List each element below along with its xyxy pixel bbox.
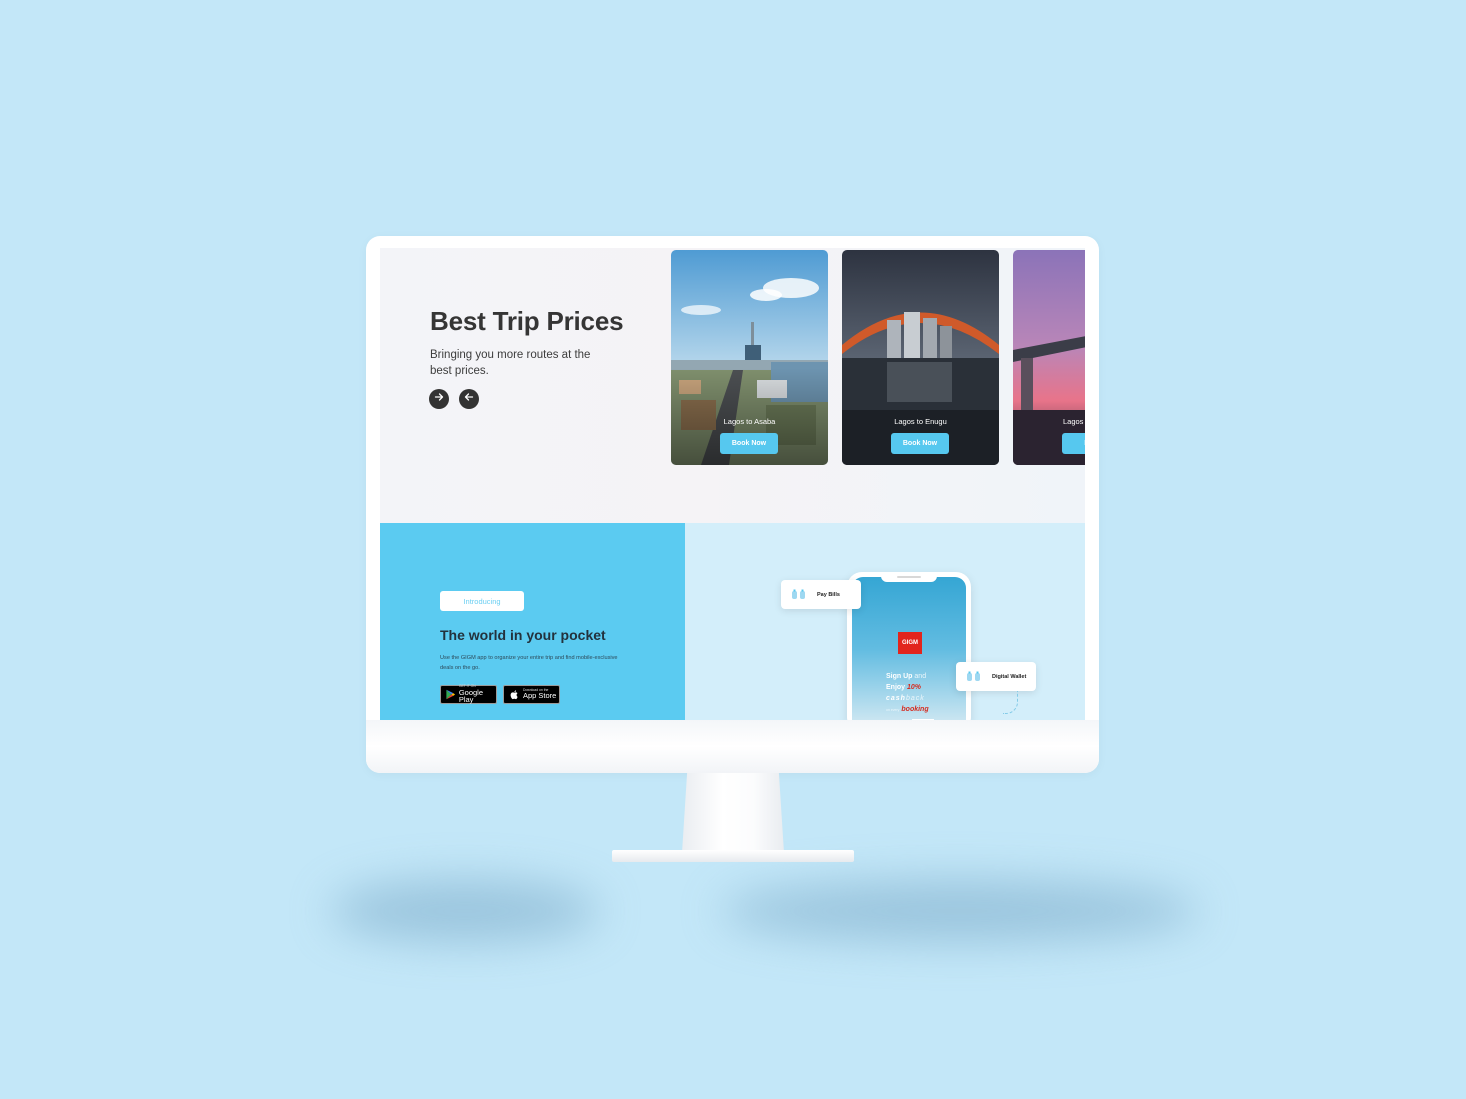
connector-line <box>1003 691 1018 714</box>
promo-booking: booking <box>901 706 929 713</box>
gigm-logo: GIGM <box>898 632 922 654</box>
route-card[interactable]: Lagos Boo <box>1013 250 1085 465</box>
phone-screen: GIGM Sign Up and Enjoy 10% cashback on e… <box>852 577 966 720</box>
route-label: Lagos to Asaba <box>723 417 776 426</box>
website-screen: Best Trip Prices Bringing you more route… <box>380 248 1085 720</box>
wallet-icon <box>966 671 984 683</box>
route-card[interactable]: Lagos to Enugu Book Now <box>842 250 999 465</box>
signup-promo: Sign Up and Enjoy 10% cashback on every … <box>886 671 929 716</box>
monitor-stand <box>682 773 784 853</box>
book-now-button[interactable]: Book Now <box>891 433 949 454</box>
promo-signup: Sign Up <box>886 673 913 680</box>
google-play-label: Google Play <box>458 687 484 705</box>
hero-subtitle: Bringing you more routes at the best pri… <box>430 349 591 377</box>
desk-shadow-left <box>330 880 600 942</box>
google-play-icon <box>445 688 457 701</box>
promo-cash: cash <box>886 695 906 702</box>
app-promo-description: Use the GIGM app to organize your entire… <box>440 655 618 671</box>
route-label: Lagos <box>1063 417 1084 426</box>
app-store-label: App Store <box>523 691 557 701</box>
pay-bills-label: Pay Bills <box>817 591 840 598</box>
digital-wallet-chip[interactable]: Digital Wallet <box>956 662 1036 691</box>
arrow-right-icon <box>433 390 445 408</box>
promo-percent: 10% <box>907 684 922 691</box>
route-label: Lagos to Enugu <box>894 417 947 426</box>
promo-and: and <box>914 673 927 680</box>
app-preview-section: GIGM Sign Up and Enjoy 10% cashback on e… <box>685 523 1085 720</box>
introducing-badge: Introducing <box>440 591 524 611</box>
route-card[interactable]: Lagos to Asaba Book Now <box>671 250 828 465</box>
arrow-left-icon <box>463 390 475 408</box>
phone-speaker <box>897 576 921 578</box>
book-now-button[interactable]: Boo <box>1062 433 1085 454</box>
phone-mockup: GIGM Sign Up and Enjoy 10% cashback on e… <box>847 572 971 720</box>
pay-bills-chip[interactable]: Pay Bills <box>781 580 861 609</box>
best-prices-section: Best Trip Prices Bringing you more route… <box>380 248 1085 523</box>
app-promo-title: The world in your pocket <box>440 627 606 643</box>
carousel-prev-button[interactable] <box>459 389 479 409</box>
digital-wallet-label: Digital Wallet <box>992 673 1027 680</box>
monitor-stand-base <box>612 850 854 862</box>
promo-back: back <box>905 695 925 702</box>
monitor-chin <box>366 720 1099 773</box>
desk-shadow-right <box>720 880 1200 942</box>
promo-enjoy: Enjoy <box>886 684 906 691</box>
promo-underline <box>912 719 934 720</box>
carousel-next-button[interactable] <box>429 389 449 409</box>
book-now-button[interactable]: Book Now <box>720 433 778 454</box>
app-promo-section: Introducing The world in your pocket Use… <box>380 523 685 720</box>
promo-on: on every <box>886 708 900 712</box>
app-store-button[interactable]: Download on the App Store <box>503 685 560 704</box>
apple-icon <box>508 688 521 701</box>
phone-notch <box>881 574 937 582</box>
wallet-icon <box>791 589 809 601</box>
google-play-button[interactable]: GET IT ON Google Play <box>440 684 497 705</box>
page-title: Best Trip Prices <box>430 306 624 336</box>
